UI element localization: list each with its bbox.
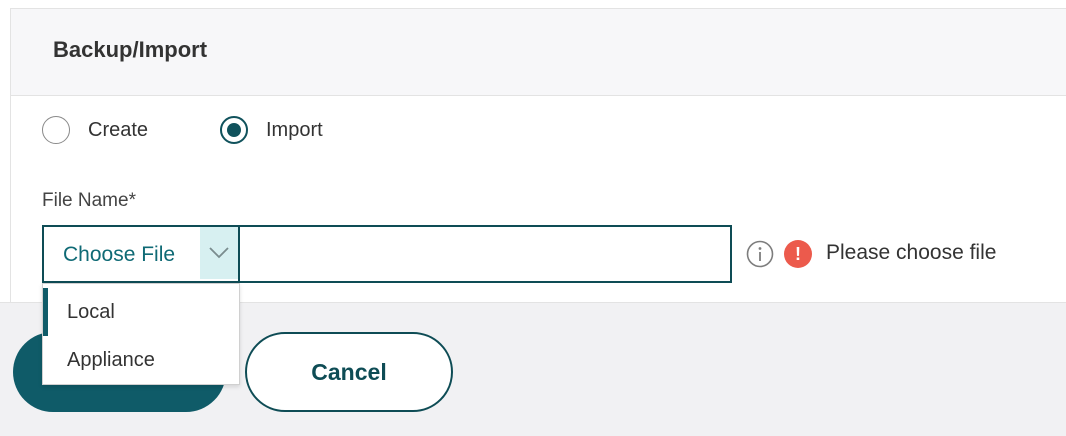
menu-item-local-label: Local bbox=[67, 301, 115, 323]
info-icon[interactable] bbox=[746, 240, 774, 268]
radio-create-label: Create bbox=[88, 118, 149, 141]
menu-item-local[interactable]: Local bbox=[43, 288, 239, 336]
radio-import[interactable]: Import bbox=[220, 116, 323, 144]
panel-title: Backup/Import bbox=[53, 37, 208, 62]
error-icon: ! bbox=[784, 240, 812, 268]
choose-file-menu: Local Appliance bbox=[42, 283, 240, 385]
radio-create[interactable]: Create bbox=[42, 116, 148, 144]
radio-import-circle[interactable] bbox=[220, 116, 248, 144]
file-name-input[interactable] bbox=[240, 227, 730, 283]
menu-item-appliance[interactable]: Appliance bbox=[43, 336, 239, 384]
panel-header: Backup/Import bbox=[11, 9, 1066, 96]
file-name-label: File Name* bbox=[42, 190, 136, 211]
file-name-field: Choose File bbox=[42, 225, 732, 283]
file-error-message: Please choose file bbox=[826, 241, 997, 264]
radio-create-circle[interactable] bbox=[42, 116, 70, 144]
radio-import-label: Import bbox=[266, 118, 323, 141]
choose-file-label: Choose File bbox=[63, 243, 176, 266]
choose-file-dropdown[interactable]: Choose File bbox=[44, 227, 240, 281]
cancel-button[interactable]: Cancel bbox=[245, 332, 453, 412]
menu-item-appliance-label: Appliance bbox=[67, 349, 155, 371]
chevron-down-icon[interactable] bbox=[200, 227, 238, 279]
